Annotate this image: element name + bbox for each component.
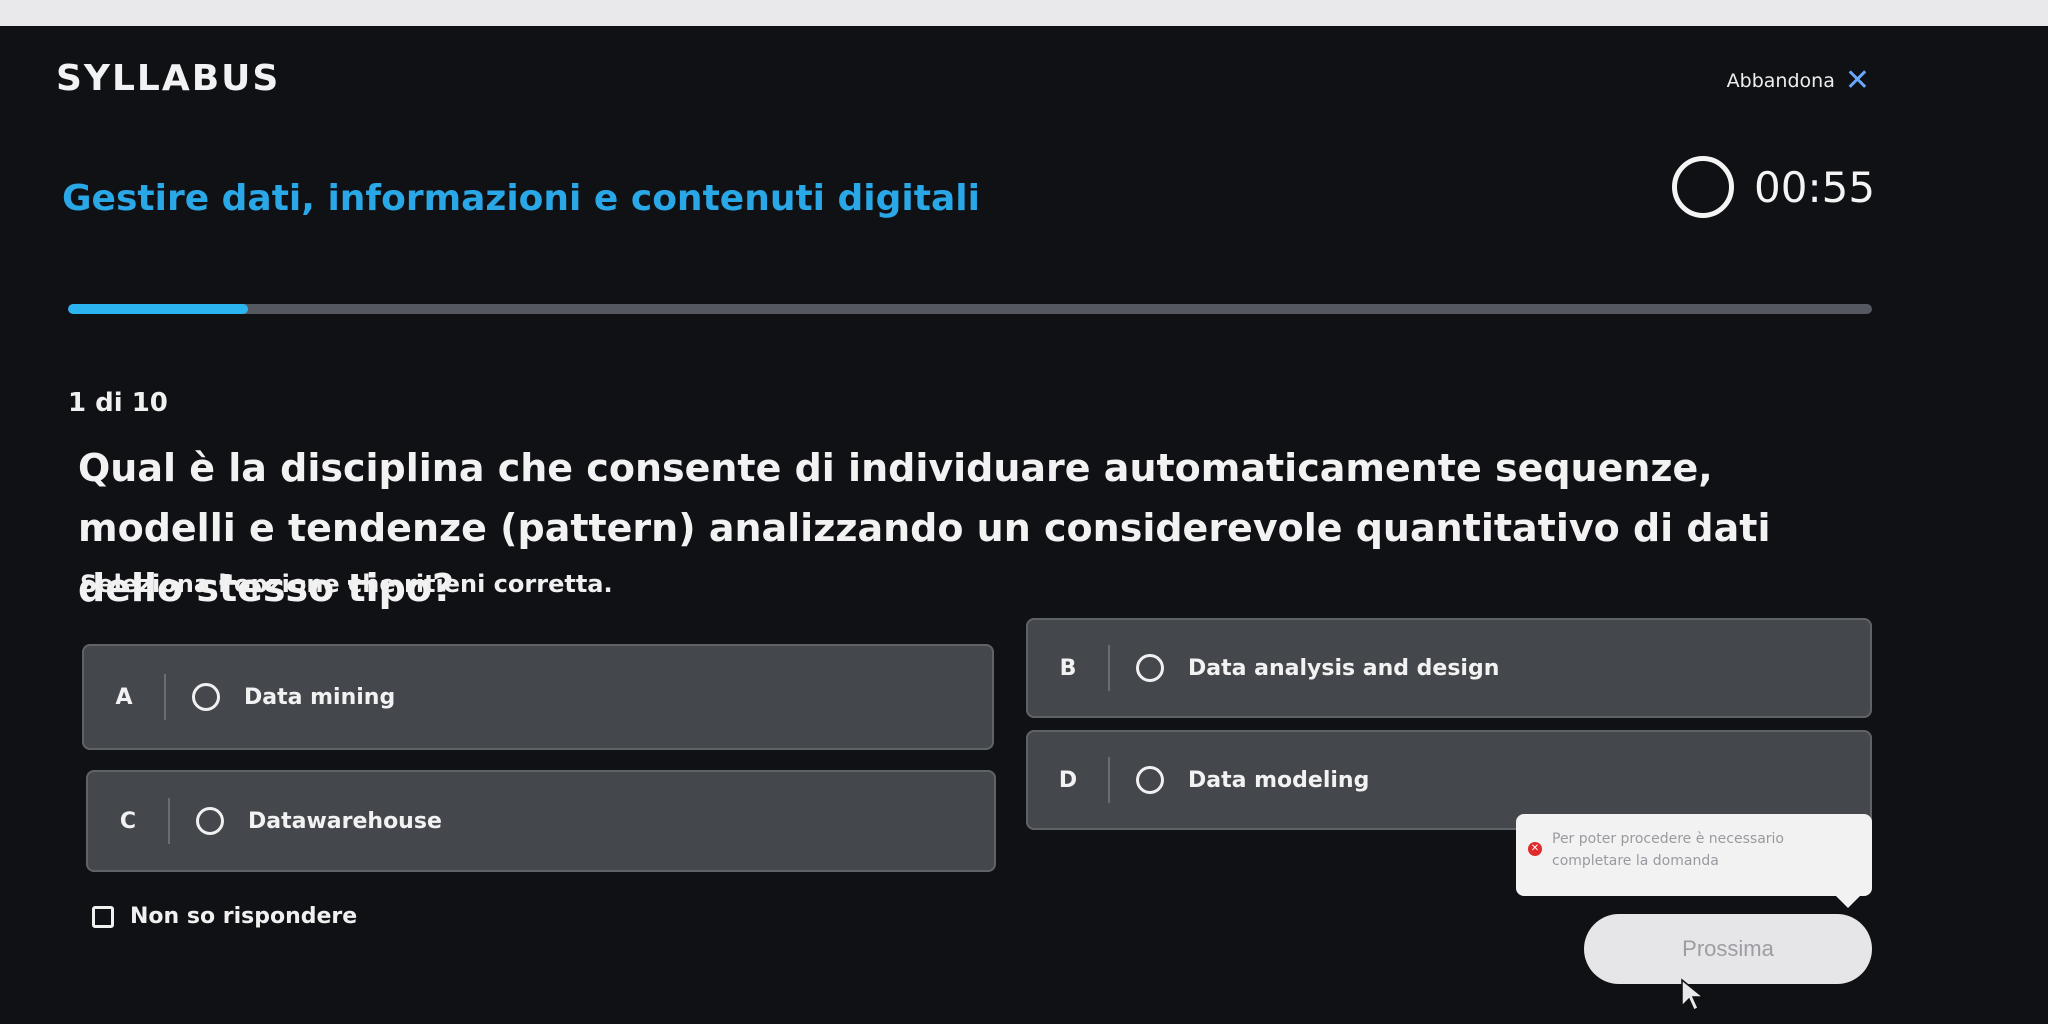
option-label: Data modeling bbox=[1188, 767, 1370, 793]
close-icon: ✕ bbox=[1844, 63, 1870, 98]
timer: 00:55 bbox=[1672, 156, 1875, 218]
mouse-cursor-icon bbox=[1681, 978, 1706, 1012]
radio-icon[interactable] bbox=[196, 807, 224, 835]
timer-value: 00:55 bbox=[1754, 162, 1876, 212]
radio-icon[interactable] bbox=[1136, 766, 1164, 794]
abandon-button[interactable]: Abbandona ✕ bbox=[1727, 66, 1870, 96]
tooltip-message: Per poter procedere è necessario complet… bbox=[1552, 831, 1784, 869]
option-divider bbox=[1108, 645, 1110, 691]
option-letter: C bbox=[119, 808, 137, 834]
validation-tooltip: ✕ Per poter procedere è necessario compl… bbox=[1516, 814, 1872, 908]
instruction-text: Seleziona l'opzione che ritieni corretta… bbox=[80, 570, 613, 598]
browser-top-strip bbox=[0, 0, 2048, 26]
option-divider bbox=[168, 798, 170, 844]
option-a[interactable]: A Data mining bbox=[82, 644, 994, 750]
question-counter: 1 di 10 bbox=[68, 388, 168, 418]
dont-know-option[interactable]: Non so rispondere bbox=[92, 904, 357, 929]
option-letter: A bbox=[115, 684, 133, 710]
next-button[interactable]: Prossima bbox=[1584, 914, 1872, 984]
progress-bar bbox=[68, 304, 1872, 314]
option-b[interactable]: B Data analysis and design bbox=[1026, 618, 1872, 718]
option-divider bbox=[164, 674, 166, 720]
progress-fill bbox=[68, 304, 249, 314]
option-label: Datawarehouse bbox=[248, 808, 442, 834]
radio-icon[interactable] bbox=[192, 683, 220, 711]
option-label: Data mining bbox=[244, 684, 396, 710]
dont-know-label: Non so rispondere bbox=[130, 904, 358, 929]
radio-icon[interactable] bbox=[1136, 654, 1164, 682]
course-title: Gestire dati, informazioni e contenuti d… bbox=[62, 178, 980, 219]
syllabus-logo: SYLLABUS bbox=[56, 58, 281, 99]
checkbox-icon[interactable] bbox=[92, 905, 114, 928]
option-label: Data analysis and design bbox=[1188, 655, 1500, 681]
option-divider bbox=[1108, 757, 1110, 803]
abandon-label: Abbandona bbox=[1726, 70, 1835, 92]
option-letter: B bbox=[1059, 655, 1077, 681]
tooltip-tail bbox=[1834, 894, 1862, 908]
error-icon: ✕ bbox=[1528, 842, 1542, 856]
option-c[interactable]: C Datawarehouse bbox=[86, 770, 996, 872]
option-letter: D bbox=[1058, 767, 1078, 793]
timer-ring-icon bbox=[1672, 156, 1734, 218]
